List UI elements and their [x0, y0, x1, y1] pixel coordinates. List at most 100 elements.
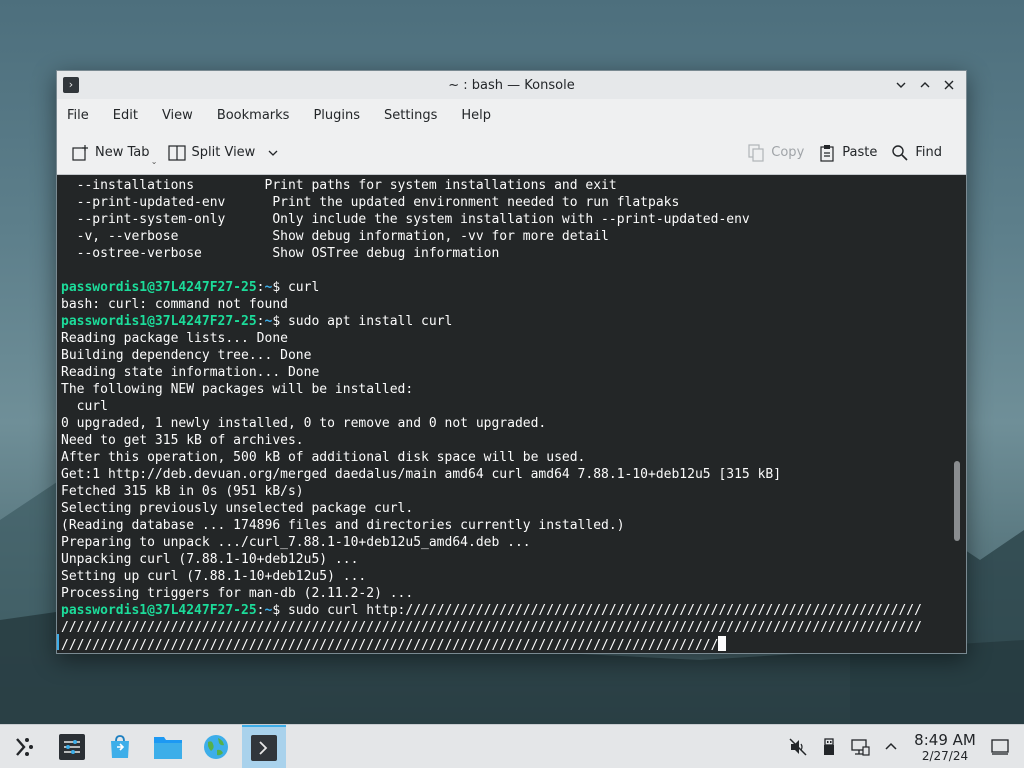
terminal-text: -v, --verbose Show debug information, -v…: [61, 229, 609, 244]
network-button[interactable]: [846, 733, 874, 761]
terminal-prompt-line: passwordis1@37L4247F27-25:~$ sudo curl h…: [61, 603, 922, 618]
terminal-line: --print-system-only Only include the sys…: [61, 211, 966, 228]
terminal-line: Get:1 http://deb.devuan.org/merged daeda…: [61, 466, 966, 483]
file-manager-icon: [154, 736, 182, 759]
maximize-button[interactable]: [916, 75, 934, 95]
terminal-text: Reading package lists... Done: [61, 331, 288, 346]
terminal-text: --print-updated-env Print the updated en…: [61, 195, 680, 210]
terminal-text: (Reading database ... 174896 files and d…: [61, 518, 625, 533]
terminal-line: Reading package lists... Done: [61, 330, 966, 347]
copy-button[interactable]: Copy: [747, 143, 805, 162]
menu-edit[interactable]: Edit: [113, 108, 148, 123]
chevron-down-icon: [896, 82, 906, 88]
prompt-command: curl: [280, 280, 320, 295]
terminal-text: --installations Print paths for system i…: [61, 178, 617, 193]
terminal-line: ////////////////////////////////////////…: [61, 619, 966, 636]
terminal-line: Reading state information... Done: [61, 364, 966, 381]
app-launcher-icon: [16, 737, 33, 756]
network-icon: [851, 739, 870, 756]
terminal-scrollbar[interactable]: [954, 461, 960, 541]
usb-device-button[interactable]: [815, 733, 843, 761]
chevron-up-icon: [920, 82, 930, 88]
new-tab-label: New Tab: [95, 145, 150, 160]
menu-plugins[interactable]: Plugins: [313, 108, 370, 123]
menu-file[interactable]: File: [67, 108, 99, 123]
system-settings-button[interactable]: [50, 725, 94, 768]
terminal-line: (Reading database ... 174896 files and d…: [61, 517, 966, 534]
terminal-line: bash: curl: command not found: [61, 296, 966, 313]
clock-time: 8:49 AM: [914, 730, 976, 749]
title-bar[interactable]: › ~ : bash — Konsole: [57, 71, 966, 99]
terminal-text: Reading state information... Done: [61, 365, 320, 380]
split-view-button[interactable]: Split View: [167, 144, 280, 162]
tray-expand-button[interactable]: [877, 733, 905, 761]
konsole-window[interactable]: › ~ : bash — Konsole File Edit View Book…: [56, 70, 967, 654]
konsole-icon: [251, 734, 277, 761]
terminal-line: --print-updated-env Print the updated en…: [61, 194, 966, 211]
menu-settings[interactable]: Settings: [384, 108, 447, 123]
terminal-text: 0 upgraded, 1 newly installed, 0 to remo…: [61, 416, 547, 431]
prompt-command: sudo curl http://///////////////////////…: [280, 603, 922, 618]
terminal-line: Selecting previously unselected package …: [61, 500, 966, 517]
terminal-line: --ostree-verbose Show OSTree debug infor…: [61, 245, 966, 262]
find-label: Find: [915, 145, 942, 160]
menu-bookmarks[interactable]: Bookmarks: [217, 108, 300, 123]
copy-icon: [748, 143, 764, 162]
toolbar: New Tab ⌄ Split View Copy Paste Find: [57, 131, 966, 175]
close-button[interactable]: [940, 75, 958, 95]
prompt-user: passwordis1@37L4247F27-25: [61, 314, 257, 329]
terminal-line: Fetched 315 kB in 0s (951 kB/s): [61, 483, 966, 500]
konsole-task-button[interactable]: [242, 724, 286, 768]
terminal-line: The following NEW packages will be insta…: [61, 381, 966, 398]
terminal-text: Preparing to unpack .../curl_7.88.1-10+d…: [61, 535, 531, 550]
digital-clock[interactable]: 8:49 AM 2/27/24: [908, 730, 982, 763]
terminal-icon[interactable]: ›: [63, 77, 79, 93]
system-settings-icon: [59, 733, 85, 760]
new-tab-icon: [72, 144, 88, 161]
show-desktop-button[interactable]: [986, 733, 1014, 761]
menu-view[interactable]: View: [162, 108, 203, 123]
terminal-text: Get:1 http://deb.devuan.org/merged daeda…: [61, 467, 782, 482]
minimize-button[interactable]: [892, 75, 910, 95]
terminal-line: 0 upgraded, 1 newly installed, 0 to remo…: [61, 415, 966, 432]
terminal-text: Unpacking curl (7.88.1-10+deb12u5) ...: [61, 552, 359, 567]
terminal-line: Building dependency tree... Done: [61, 347, 966, 364]
usb-device-icon: [824, 738, 834, 755]
web-browser-icon: [204, 734, 228, 759]
terminal-line: ////////////////////////////////////////…: [61, 636, 966, 653]
terminal-text: Fetched 315 kB in 0s (951 kB/s): [61, 484, 304, 499]
menu-bar: File Edit View Bookmarks Plugins Setting…: [57, 99, 966, 131]
terminal-text: The following NEW packages will be insta…: [61, 382, 414, 397]
window-title: ~ : bash — Konsole: [448, 77, 575, 93]
app-launcher-button[interactable]: [2, 725, 46, 768]
paste-label: Paste: [842, 145, 878, 160]
terminal-line: Preparing to unpack .../curl_7.88.1-10+d…: [61, 534, 966, 551]
tray-expand-icon: [885, 742, 897, 750]
menu-help[interactable]: Help: [461, 108, 501, 123]
clock-date: 2/27/24: [921, 748, 969, 763]
active-line-marker: [57, 634, 59, 650]
terminal-text: Building dependency tree... Done: [61, 348, 312, 363]
taskbar: 8:49 AM 2/27/24: [0, 724, 1024, 768]
terminal-text: Need to get 315 kB of archives.: [61, 433, 304, 448]
terminal-line: -v, --verbose Show debug information, -v…: [61, 228, 966, 245]
find-button[interactable]: Find: [891, 144, 942, 162]
terminal-prompt-line: passwordis1@37L4247F27-25:~$ curl: [61, 280, 320, 295]
terminal-output[interactable]: --installations Print paths for system i…: [57, 175, 966, 653]
terminal-prompt-line: passwordis1@37L4247F27-25:~$ sudo apt in…: [61, 314, 453, 329]
volume-muted-button[interactable]: [784, 733, 812, 761]
paste-button[interactable]: Paste: [818, 144, 877, 162]
terminal-text: --print-system-only Only include the sys…: [61, 212, 750, 227]
system-tray: 8:49 AM 2/27/24: [784, 725, 1024, 768]
file-manager-button[interactable]: [146, 725, 190, 768]
chevron-down-icon[interactable]: [267, 147, 279, 159]
web-browser-button[interactable]: [194, 725, 238, 768]
show-desktop-icon: [991, 739, 1009, 755]
terminal-text: After this operation, 500 kB of addition…: [61, 450, 586, 465]
new-tab-button[interactable]: New Tab ⌄: [71, 144, 158, 166]
discover-store-button[interactable]: [98, 725, 142, 768]
dropdown-indicator-icon: ⌄: [150, 156, 158, 166]
terminal-input-text[interactable]: ////////////////////////////////////////…: [61, 638, 718, 653]
copy-label: Copy: [771, 145, 805, 160]
